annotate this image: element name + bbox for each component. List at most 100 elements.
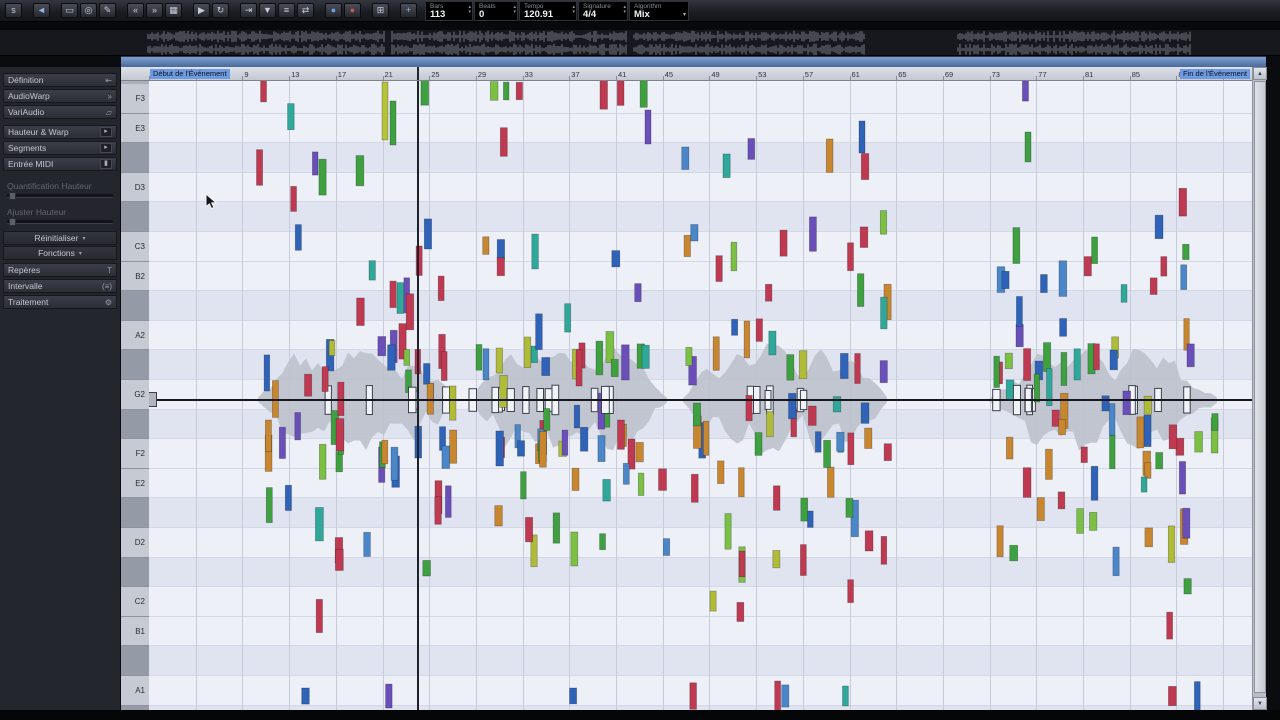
pitch-segment[interactable] — [335, 548, 344, 571]
pitch-segment[interactable] — [423, 218, 432, 250]
vertical-scrollbar[interactable]: ▲ ▼ — [1252, 67, 1267, 710]
sidebar-tool-hauteur-warp[interactable]: Hauteur & Warp ▸ — [3, 125, 117, 139]
sidebar-tool-segments[interactable]: Segments ▸ — [3, 141, 117, 155]
pitch-segment[interactable] — [621, 344, 630, 381]
piano-key-a-2[interactable] — [121, 291, 149, 321]
pitch-segment[interactable] — [996, 525, 1004, 558]
pitch-segment[interactable] — [1045, 448, 1053, 480]
pitch-segment[interactable] — [571, 467, 580, 491]
pitch-segment[interactable] — [495, 430, 504, 467]
pitch-segment[interactable] — [766, 411, 774, 438]
piano-key-f-2[interactable] — [121, 409, 149, 440]
pitch-editor-canvas[interactable] — [149, 81, 1252, 710]
pitch-segment[interactable] — [482, 236, 490, 255]
pitch-segment[interactable] — [1136, 416, 1145, 449]
pitch-segment[interactable] — [854, 353, 861, 384]
pitch-segment[interactable] — [639, 81, 648, 108]
pitch-segment[interactable] — [736, 602, 745, 622]
pitch-segment[interactable] — [1073, 348, 1081, 381]
pitch-segment[interactable] — [840, 353, 849, 379]
pitch-segment[interactable] — [496, 239, 505, 261]
pitch-segment[interactable] — [304, 373, 313, 397]
pitch-segment[interactable] — [786, 354, 795, 381]
pitch-segment[interactable] — [1036, 497, 1045, 521]
pitch-segment[interactable] — [535, 313, 543, 350]
slider-ajuster-hauteur[interactable] — [7, 218, 113, 226]
pitch-segment[interactable] — [1144, 527, 1153, 548]
pitch-segment[interactable] — [1120, 284, 1128, 303]
pitch-segment[interactable] — [685, 347, 693, 366]
pitch-segment[interactable] — [602, 479, 611, 502]
pitch-segment[interactable] — [539, 431, 547, 468]
pitch-segment[interactable] — [434, 496, 442, 525]
midi-input-icon[interactable]: ▮ — [100, 159, 112, 169]
pitch-segment[interactable] — [1168, 686, 1177, 707]
pitch-segment[interactable] — [1168, 424, 1178, 450]
grid-type-button[interactable]: ⊞ — [372, 3, 389, 18]
slider-handle[interactable] — [9, 218, 16, 226]
pitch-segment[interactable] — [423, 363, 431, 385]
pitch-segment[interactable] — [702, 420, 710, 456]
pitch-segment[interactable] — [1155, 452, 1164, 470]
pitch-segment[interactable] — [552, 512, 561, 544]
pitch-segment[interactable] — [499, 375, 508, 408]
pitch-segment[interactable] — [575, 349, 583, 387]
speaker-icon[interactable]: ◄ — [33, 3, 50, 18]
piano-key-a1[interactable]: A1 — [121, 676, 149, 706]
pitch-segment-outlier[interactable] — [644, 109, 652, 145]
pitch-segment[interactable] — [658, 468, 667, 491]
zoom-tool[interactable]: ◎ — [80, 3, 97, 18]
pitch-segment[interactable] — [634, 283, 642, 303]
pitch-segment[interactable] — [860, 402, 870, 424]
pitch-segment[interactable] — [773, 485, 781, 511]
pitch-segment[interactable] — [284, 484, 292, 511]
pitch-segment[interactable] — [1167, 525, 1176, 563]
sidebar-menu-fonctions[interactable]: Fonctions ▾ — [3, 246, 117, 260]
piano-key-a2[interactable]: A2 — [121, 320, 149, 351]
pitch-segment[interactable] — [788, 393, 797, 420]
pitch-segment[interactable] — [1178, 187, 1187, 217]
slider-handle[interactable] — [9, 192, 16, 200]
pitch-segment[interactable] — [1033, 373, 1041, 403]
pitch-segment[interactable] — [499, 127, 508, 157]
pitch-segment[interactable] — [1109, 435, 1116, 470]
pitch-segment[interactable] — [1076, 508, 1084, 534]
pitch-segment[interactable] — [683, 234, 691, 257]
pitch-segment[interactable] — [1090, 465, 1099, 501]
pitch-segment[interactable] — [1009, 544, 1019, 562]
transport-field-signature[interactable]: Signature 4/4 ▴ ▾ — [578, 1, 628, 21]
value-spinner[interactable]: ▴ ▾ — [623, 5, 626, 15]
pitch-segment[interactable] — [1060, 352, 1068, 386]
pitch-segment[interactable] — [689, 682, 697, 710]
pitch-segment[interactable] — [1016, 296, 1023, 327]
piano-key-d3[interactable]: D3 — [121, 172, 149, 203]
pitch-segment[interactable] — [1183, 578, 1192, 595]
pitch-segment[interactable] — [738, 550, 746, 578]
pitch-segment[interactable] — [798, 350, 808, 380]
pitch-segment[interactable] — [827, 466, 835, 498]
draw-tool[interactable]: ✎ — [99, 3, 116, 18]
pitch-segment[interactable] — [482, 348, 490, 381]
pitch-segment[interactable] — [489, 81, 499, 101]
overview-range-bar[interactable] — [121, 56, 1266, 67]
pitch-segment[interactable] — [381, 439, 389, 465]
pitch-segment[interactable] — [597, 435, 606, 462]
pitch-segment[interactable] — [879, 360, 888, 384]
pitch-segment[interactable] — [857, 273, 865, 307]
pitch-segment[interactable] — [842, 685, 849, 707]
pitch-segment[interactable] — [564, 303, 572, 333]
pitch-segment[interactable] — [815, 431, 822, 453]
pitch-segment[interactable] — [847, 579, 854, 603]
snap-button[interactable]: ▼ — [259, 3, 276, 18]
piano-key-d-2[interactable] — [121, 498, 149, 528]
dropdown-arrow-icon[interactable]: ▾ — [683, 11, 686, 18]
sidebar-item-reperes[interactable]: Repères T — [3, 263, 117, 277]
pitch-segment[interactable] — [1089, 512, 1098, 531]
piano-key-e3[interactable]: E3 — [121, 113, 149, 144]
crosshair-cursor-button[interactable]: + — [400, 3, 417, 18]
timeline-ruler[interactable]: Début de l'Événement Fin de l'Événement … — [121, 67, 1266, 81]
pitch-segment[interactable] — [847, 432, 855, 466]
pitch-segment[interactable] — [1143, 414, 1152, 447]
piano-key-b2[interactable]: B2 — [121, 261, 149, 292]
pitch-segment[interactable] — [503, 81, 510, 101]
